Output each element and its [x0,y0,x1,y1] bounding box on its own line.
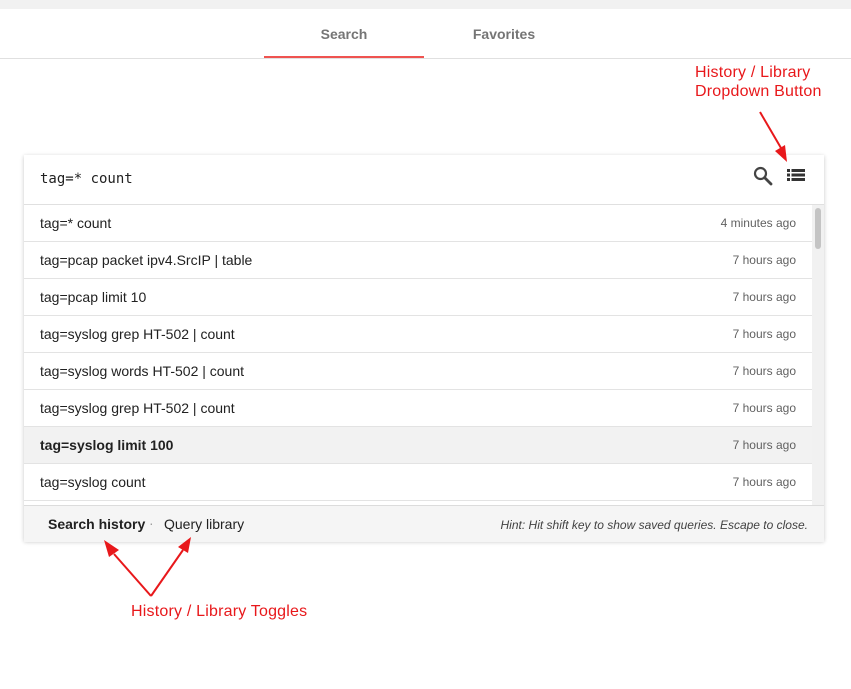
annotation-arrows [104,111,787,597]
